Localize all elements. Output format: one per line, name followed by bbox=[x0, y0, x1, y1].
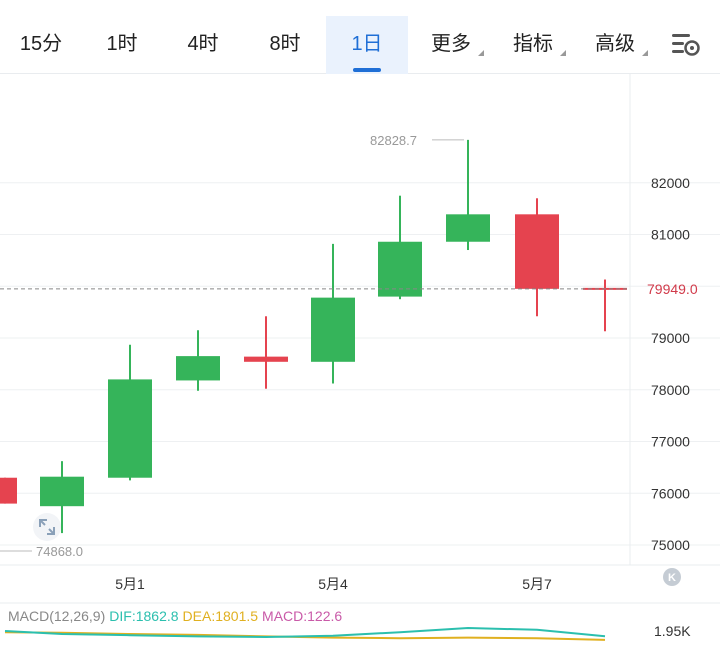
candle bbox=[176, 330, 220, 391]
macd-dea-label: DEA:1801.5 bbox=[183, 608, 259, 624]
tab-label: 8时 bbox=[269, 33, 301, 55]
price-tick-label: 76000 bbox=[651, 485, 690, 501]
chart-settings-button[interactable] bbox=[668, 30, 702, 60]
candle-body bbox=[0, 477, 17, 504]
date-label: 5月4 bbox=[318, 576, 348, 592]
macd-legend: MACD(12,26,9) DIF:1862.8 DEA:1801.5 MACD:12… bbox=[8, 608, 342, 624]
chart-settings-icon bbox=[672, 34, 700, 56]
tab-4[interactable]: 8时 bbox=[244, 16, 326, 74]
candlestick-chart[interactable]: 75000 76000 77000 78000 79000 81000 82000 79949… bbox=[0, 74, 720, 670]
candle bbox=[515, 198, 559, 317]
price-tick-label: 75000 bbox=[651, 537, 690, 553]
k-circle-icon[interactable]: K bbox=[663, 568, 681, 586]
tab-3[interactable]: 4时 bbox=[162, 16, 244, 74]
price-tick-label: 81000 bbox=[651, 227, 690, 243]
dropdown-triangle-icon bbox=[560, 50, 566, 56]
candle bbox=[378, 195, 422, 300]
candle-body bbox=[446, 214, 490, 242]
min-price-label: 74868.0 bbox=[36, 544, 83, 559]
candle bbox=[446, 139, 490, 251]
max-price-label: 82828.7 bbox=[370, 133, 417, 148]
dropdown-triangle-icon bbox=[642, 50, 648, 56]
price-tick-label: 79000 bbox=[651, 330, 690, 346]
candle bbox=[108, 344, 152, 481]
dropdown-triangle-icon bbox=[478, 50, 484, 56]
date-label: 5月1 bbox=[115, 576, 145, 592]
candle-body bbox=[176, 356, 220, 381]
tab-7[interactable]: 指标 bbox=[492, 16, 574, 74]
tab-label: 指标 bbox=[513, 33, 553, 55]
candle-body bbox=[108, 379, 152, 478]
tab-2[interactable]: 1时 bbox=[82, 16, 162, 74]
candle-body bbox=[515, 214, 559, 289]
tab-6[interactable]: 更多 bbox=[410, 16, 492, 74]
price-tick-label: 77000 bbox=[651, 434, 690, 450]
tab-label: 更多 bbox=[431, 33, 471, 55]
macd-title: MACD(12,26,9) bbox=[8, 608, 105, 624]
active-tab-indicator bbox=[353, 68, 381, 72]
tab-label: 1时 bbox=[106, 33, 138, 55]
candle bbox=[583, 279, 627, 332]
k-icon-glyph: K bbox=[668, 572, 676, 584]
candle-body bbox=[378, 241, 422, 297]
candle bbox=[0, 477, 17, 504]
macd-axis-label: 1.95K bbox=[654, 623, 691, 639]
tab-8[interactable]: 高级 bbox=[574, 16, 656, 74]
date-label: 5月7 bbox=[522, 576, 552, 592]
candle-body bbox=[40, 476, 84, 507]
candle-body bbox=[244, 356, 288, 362]
timeframe-tab-bar: 15分 1时 4时 8时 1日 更多 指标 高级 bbox=[0, 0, 720, 74]
price-tick-label: 78000 bbox=[651, 382, 690, 398]
tab-1[interactable]: 15分 bbox=[0, 16, 82, 74]
expand-icon-bg bbox=[33, 513, 61, 541]
tab-label: 高级 bbox=[595, 33, 635, 55]
candle bbox=[311, 243, 355, 384]
candle bbox=[244, 316, 288, 389]
candle-body bbox=[311, 297, 355, 362]
tab-5[interactable]: 1日 bbox=[326, 16, 408, 74]
last-price-label: 79949.0 bbox=[647, 281, 698, 297]
macd-dif-label: DIF:1862.8 bbox=[109, 608, 178, 624]
expand-arrows-icon[interactable] bbox=[33, 513, 61, 541]
macd-value-label: MACD:122.6 bbox=[262, 608, 342, 624]
tab-label: 4时 bbox=[187, 33, 219, 55]
tab-label: 15分 bbox=[19, 33, 63, 55]
tab-label: 1日 bbox=[351, 33, 383, 55]
price-tick-label: 82000 bbox=[651, 175, 690, 191]
